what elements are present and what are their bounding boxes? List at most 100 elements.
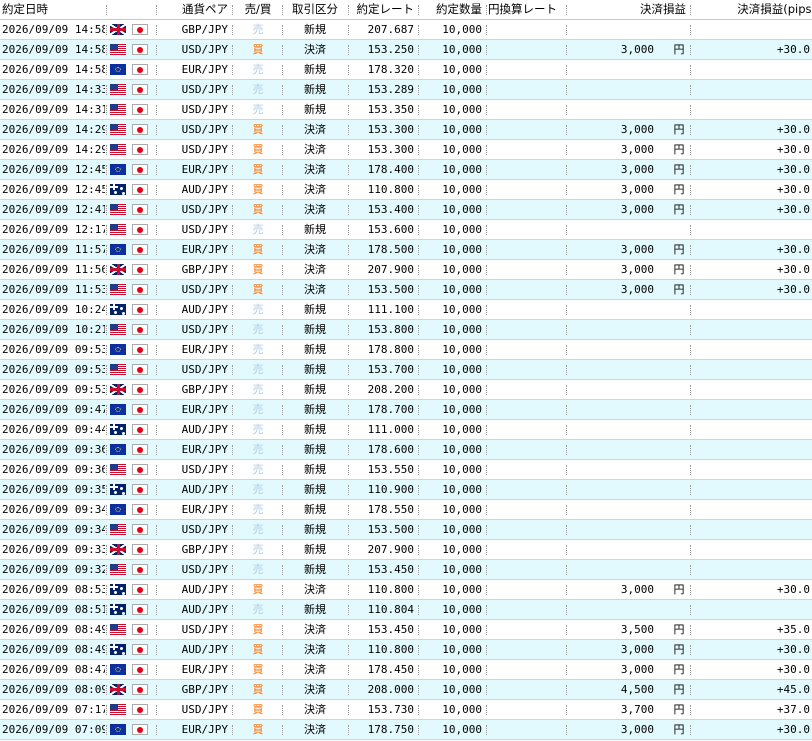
pair-flags <box>108 720 152 739</box>
column-divider[interactable] <box>232 5 233 15</box>
header-kind[interactable]: 取引区分 <box>284 0 346 19</box>
jp-flag-icon <box>132 604 148 615</box>
header-qty[interactable]: 約定数量 <box>420 0 482 19</box>
table-row[interactable]: 2026/09/09 09:34 EUR/JPY 売 新規 178.550 10,000 <box>0 500 812 520</box>
table-row[interactable]: 2026/09/09 09:53 GBP/JPY 売 新規 208.200 10,000 <box>0 380 812 400</box>
table-row[interactable]: 2026/09/09 08:49 AUD/JPY 買 決済 110.800 10,000 3… <box>0 640 812 660</box>
currency-pair: USD/JPY <box>181 323 228 336</box>
table-row[interactable]: 2026/09/09 12:45 EUR/JPY 買 決済 178.400 10,000 3… <box>0 160 812 180</box>
settlement-pl: 3,000 <box>620 143 654 156</box>
pl-unit <box>672 220 686 239</box>
table-row[interactable]: 2026/09/09 14:33 USD/JPY 売 新規 153.289 10,000 <box>0 80 812 100</box>
column-divider[interactable] <box>156 5 157 15</box>
table-row[interactable]: 2026/09/09 09:34 USD/JPY 売 新規 153.500 10,000 <box>0 520 812 540</box>
column-divider[interactable] <box>348 5 349 15</box>
header-pair[interactable]: 通貨ペア <box>160 0 228 19</box>
us-flag-icon <box>110 564 126 575</box>
column-divider <box>348 25 349 35</box>
execution-quantity: 10,000 <box>442 643 482 656</box>
table-row[interactable]: 2026/09/09 14:31 USD/JPY 売 新規 153.350 10,000 <box>0 100 812 120</box>
table-row[interactable]: 2026/09/09 07:17 USD/JPY 買 決済 153.730 10,000 3… <box>0 700 812 720</box>
jp-flag-icon <box>132 124 148 135</box>
table-row[interactable]: 2026/09/09 09:36 USD/JPY 売 新規 153.550 10,000 <box>0 460 812 480</box>
table-row[interactable]: 2026/09/09 14:29 USD/JPY 買 決済 153.300 10,000 3… <box>0 140 812 160</box>
table-row[interactable]: 2026/09/09 08:49 USD/JPY 買 決済 153.450 10,000 3… <box>0 620 812 640</box>
column-divider <box>106 585 107 595</box>
column-divider <box>348 485 349 495</box>
currency-pair: USD/JPY <box>181 223 228 236</box>
trade-side: 売 <box>252 603 264 616</box>
column-divider <box>156 305 157 315</box>
column-divider <box>566 685 567 695</box>
table-row[interactable]: 2026/09/09 11:53 USD/JPY 買 決済 153.500 10,000 3… <box>0 280 812 300</box>
table-row[interactable]: 2026/09/09 12:41 USD/JPY 買 決済 153.400 10,000 3… <box>0 200 812 220</box>
settlement-pl <box>570 600 654 619</box>
settlement-pl: 3,000 <box>620 123 654 136</box>
execution-rate: 153.250 <box>367 43 414 56</box>
trade-side: 買 <box>252 583 264 596</box>
table-row[interactable]: 2026/09/09 08:53 AUD/JPY 買 決済 110.800 10,000 3… <box>0 580 812 600</box>
jp-flag-icon <box>132 64 148 75</box>
yen-conversion-rate <box>488 180 568 199</box>
table-row[interactable]: 2026/09/09 14:29 USD/JPY 買 決済 153.300 10,000 3… <box>0 120 812 140</box>
column-divider <box>232 645 233 655</box>
table-row[interactable]: 2026/09/09 09:32 USD/JPY 売 新規 153.450 10,000 <box>0 560 812 580</box>
currency-pair: EUR/JPY <box>181 163 228 176</box>
column-divider <box>486 685 487 695</box>
column-divider <box>282 605 283 615</box>
table-row[interactable]: 2026/09/09 10:21 USD/JPY 売 新規 153.800 10,000 <box>0 320 812 340</box>
column-divider <box>156 145 157 155</box>
column-divider <box>106 485 107 495</box>
table-row[interactable]: 2026/09/09 11:56 GBP/JPY 買 決済 207.900 10,000 3… <box>0 260 812 280</box>
execution-rate: 153.300 <box>367 143 414 156</box>
header-date[interactable]: 約定日時 <box>2 0 105 19</box>
au-flag-icon <box>110 304 126 315</box>
pair-flags <box>108 500 152 519</box>
column-divider <box>232 45 233 55</box>
column-divider <box>106 505 107 515</box>
column-divider[interactable] <box>418 5 419 15</box>
pair-flags <box>108 60 152 79</box>
table-row[interactable]: 2026/09/09 14:58 USD/JPY 買 決済 153.250 10,000 3… <box>0 40 812 60</box>
pl-unit: 円 <box>673 583 685 596</box>
column-divider[interactable] <box>106 5 107 15</box>
settlement-pl-pips <box>694 420 812 439</box>
table-row[interactable]: 2026/09/09 09:53 USD/JPY 売 新規 153.700 10,000 <box>0 360 812 380</box>
table-row[interactable]: 2026/09/09 09:53 EUR/JPY 売 新規 178.800 10,000 <box>0 340 812 360</box>
header-pips[interactable]: 決済損益(pips) <box>694 0 812 19</box>
table-row[interactable]: 2026/09/09 08:51 AUD/JPY 売 新規 110.804 10,000 <box>0 600 812 620</box>
trade-kind: 決済 <box>304 583 326 596</box>
jp-flag-icon <box>132 104 148 115</box>
table-row[interactable]: 2026/09/09 09:35 AUD/JPY 売 新規 110.900 10,000 <box>0 480 812 500</box>
table-row[interactable]: 2026/09/09 11:57 EUR/JPY 買 決済 178.500 10,000 3… <box>0 240 812 260</box>
column-divider <box>690 105 691 115</box>
table-row[interactable]: 2026/09/09 14:58 GBP/JPY 売 新規 207.687 10,000 <box>0 20 812 40</box>
column-divider <box>486 225 487 235</box>
header-side[interactable]: 売/買 <box>236 0 280 19</box>
table-row[interactable]: 2026/09/09 07:09 EUR/JPY 買 決済 178.750 10,000 3… <box>0 720 812 740</box>
table-row[interactable]: 2026/09/09 08:09 GBP/JPY 買 決済 208.000 10,000 4… <box>0 680 812 700</box>
table-row[interactable]: 2026/09/09 08:47 EUR/JPY 買 決済 178.450 10,000 3… <box>0 660 812 680</box>
header-pl[interactable]: 決済損益 <box>560 0 690 19</box>
column-divider <box>566 605 567 615</box>
table-row[interactable]: 2026/09/09 12:45 AUD/JPY 買 決済 110.800 10,000 3… <box>0 180 812 200</box>
table-row[interactable]: 2026/09/09 09:36 EUR/JPY 売 新規 178.600 10,000 <box>0 440 812 460</box>
column-divider[interactable] <box>282 5 283 15</box>
table-row[interactable]: 2026/09/09 09:47 EUR/JPY 売 新規 178.700 10,000 <box>0 400 812 420</box>
column-divider <box>486 625 487 635</box>
column-divider[interactable] <box>690 5 691 15</box>
jp-flag-icon <box>132 404 148 415</box>
table-row[interactable]: 2026/09/09 10:24 AUD/JPY 売 新規 111.100 10,000 <box>0 300 812 320</box>
header-rate[interactable]: 約定レート <box>350 0 415 19</box>
eu-flag-icon <box>110 344 126 355</box>
column-divider <box>690 665 691 675</box>
column-divider[interactable] <box>486 5 487 15</box>
table-row[interactable]: 2026/09/09 09:33 GBP/JPY 売 新規 207.900 10,000 <box>0 540 812 560</box>
header-yen-rate[interactable]: 円換算レート <box>488 0 568 19</box>
table-row[interactable]: 2026/09/09 12:17 USD/JPY 売 新規 153.600 10,000 <box>0 220 812 240</box>
yen-conversion-rate <box>488 420 568 439</box>
yen-conversion-rate <box>488 560 568 579</box>
table-row[interactable]: 2026/09/09 09:44 AUD/JPY 売 新規 111.000 10,000 <box>0 420 812 440</box>
table-row[interactable]: 2026/09/09 14:58 EUR/JPY 売 新規 178.320 10,000 <box>0 60 812 80</box>
currency-pair: EUR/JPY <box>181 343 228 356</box>
